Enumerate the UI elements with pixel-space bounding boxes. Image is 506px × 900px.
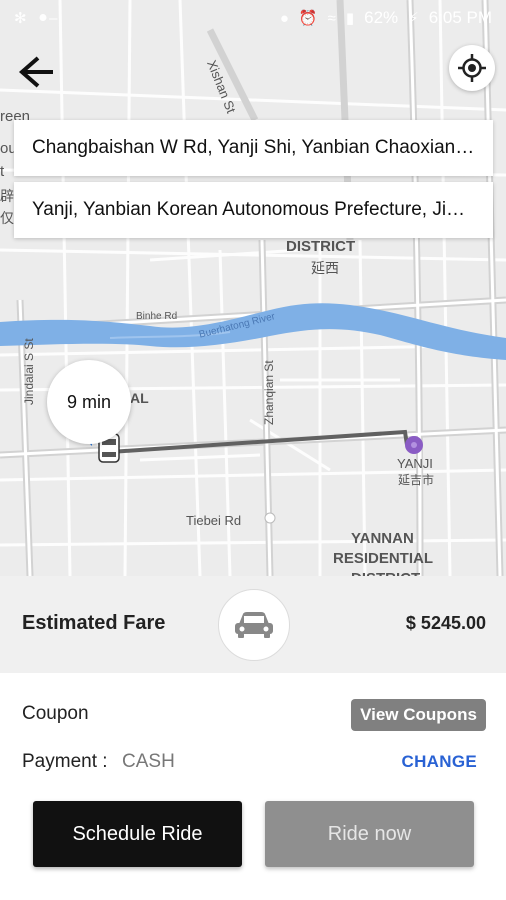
back-arrow-icon bbox=[18, 56, 53, 88]
car-icon bbox=[235, 612, 273, 638]
crosshair-icon bbox=[458, 54, 486, 82]
pickup-address-text: Changbaishan W Rd, Yanji Shi, Yanbian Ch… bbox=[32, 137, 475, 158]
schedule-ride-button[interactable]: Schedule Ride bbox=[33, 801, 242, 867]
map-label-fragment-4: 辟 bbox=[0, 188, 14, 204]
alarm-icon: ⏰ bbox=[298, 10, 318, 27]
battery-charging-icon: ⚡ bbox=[408, 10, 419, 27]
signal-icon: ▮ bbox=[345, 10, 355, 27]
payment-method-value: CASH bbox=[122, 751, 175, 772]
back-button[interactable] bbox=[12, 48, 60, 96]
map-label-al: AL bbox=[130, 390, 149, 406]
map-label-yanji: YANJI bbox=[397, 456, 433, 471]
battery-percent: 62% bbox=[364, 8, 399, 27]
key-icon: ⚫– bbox=[36, 10, 58, 27]
location-status-icon: ● bbox=[279, 9, 289, 27]
map-label-fragment-3: t bbox=[0, 163, 5, 180]
ride-now-button[interactable]: Ride now bbox=[265, 801, 474, 867]
my-location-button[interactable] bbox=[449, 45, 495, 91]
map-label-binhe: Binhe Rd bbox=[136, 311, 178, 322]
coupon-label: Coupon bbox=[22, 703, 89, 724]
map-canvas bbox=[0, 0, 506, 576]
clock: 6:05 PM bbox=[428, 8, 492, 27]
dropoff-address-field[interactable]: Yanji, Yanbian Korean Autonomous Prefect… bbox=[14, 182, 493, 238]
change-payment-link[interactable]: CHANGE bbox=[402, 752, 477, 772]
vehicle-type-button[interactable] bbox=[218, 589, 290, 661]
estimated-fare-label: Estimated Fare bbox=[22, 612, 166, 634]
settings-icon: ✻ bbox=[14, 10, 27, 27]
map-view[interactable]: Xishan St DISTRICT 延西 Binhe Rd Buerhaton… bbox=[0, 0, 506, 576]
payment-label: Payment : bbox=[22, 751, 108, 772]
map-label-yannan: YANNAN bbox=[351, 530, 414, 547]
wifi-icon: ≈ bbox=[327, 9, 336, 27]
pickup-address-field[interactable]: Changbaishan W Rd, Yanji Shi, Yanbian Ch… bbox=[14, 120, 493, 176]
view-coupons-button[interactable]: View Coupons bbox=[351, 699, 486, 731]
eta-bubble: 9 min bbox=[47, 360, 131, 444]
map-label-district: DISTRICT bbox=[286, 238, 356, 255]
map-label-fragment-5: 仅 bbox=[0, 210, 14, 226]
map-label-jindalai: Jindalai S St bbox=[22, 338, 36, 405]
estimated-fare-value: $ 5245.00 bbox=[405, 613, 486, 633]
map-label-yanji-cn: 延吉市 bbox=[398, 473, 435, 487]
map-label-zhanqian: Zhanqian St bbox=[262, 360, 276, 425]
map-label-tiebei: Tiebei Rd bbox=[186, 513, 242, 528]
status-bar: ✻ ⚫– ● ⏰ ≈ ▮ 62% ⚡ 6:05 PM bbox=[0, 0, 506, 36]
map-label-district-cn: 延西 bbox=[311, 260, 339, 276]
dropoff-address-text: Yanji, Yanbian Korean Autonomous Prefect… bbox=[32, 199, 466, 220]
map-label-residential: RESIDENTIAL bbox=[333, 550, 434, 567]
